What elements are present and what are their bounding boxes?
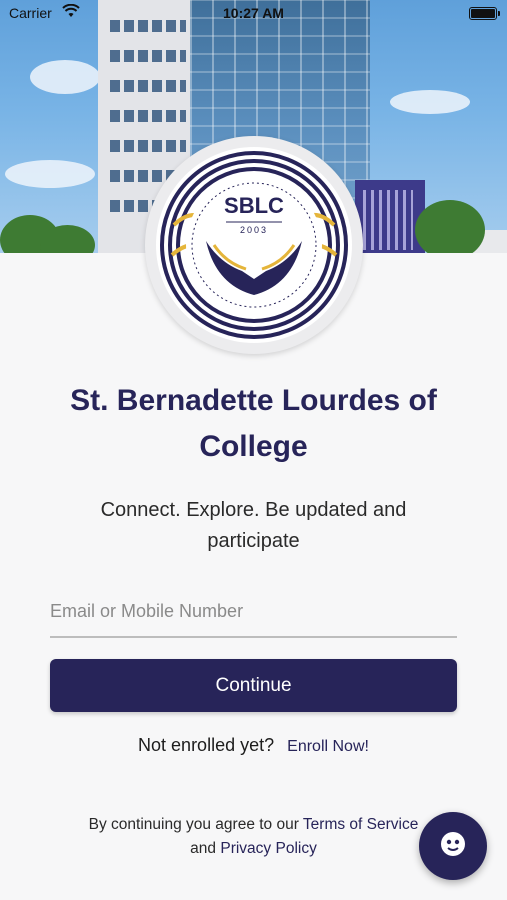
- enroll-row: Not enrolled yet? Enroll Now!: [0, 735, 507, 756]
- chat-bot-icon: [439, 830, 467, 863]
- college-logo: SBLC 2003: [145, 136, 363, 354]
- legal-and: and: [190, 840, 217, 857]
- tagline: Connect. Explore. Be updated and partici…: [100, 499, 407, 552]
- enroll-now-link[interactable]: Enroll Now!: [287, 738, 369, 755]
- college-name: St. Bernadette Lourdes of College: [70, 384, 437, 463]
- email-mobile-input[interactable]: [50, 588, 457, 636]
- chat-bot-button[interactable]: [419, 812, 487, 880]
- battery-icon: [469, 7, 500, 20]
- status-bar: Carrier 10:27 AM: [0, 0, 507, 26]
- legal-prefix: By continuing you agree to our: [88, 816, 299, 833]
- logo-year: 2003: [240, 225, 268, 235]
- email-mobile-field[interactable]: [50, 588, 457, 638]
- status-time: 10:27 AM: [223, 5, 284, 21]
- terms-of-service-link[interactable]: Terms of Service: [303, 816, 418, 833]
- privacy-policy-link[interactable]: Privacy Policy: [220, 840, 316, 857]
- legal-notice: By continuing you agree to our Terms of …: [40, 813, 467, 861]
- continue-button[interactable]: Continue: [50, 659, 457, 712]
- not-enrolled-text: Not enrolled yet?: [138, 735, 275, 755]
- logo-text: SBLC: [224, 193, 284, 218]
